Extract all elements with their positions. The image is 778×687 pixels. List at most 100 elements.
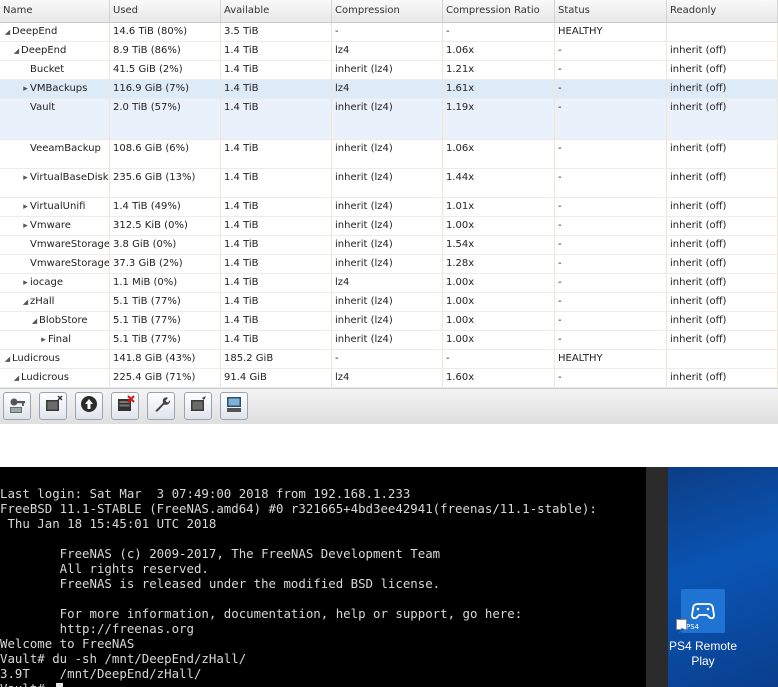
column-header-name[interactable]: Name: [0, 0, 110, 22]
table-row[interactable]: ▸ VirtualBaseDisk 235.6 GiB (13%) 1.4 TiB in…: [0, 169, 778, 198]
wrench-button[interactable]: [147, 392, 175, 420]
table-row[interactable]: Vault 2.0 TiB (57%) 1.4 TiB inherit (lz4) 1.…: [0, 99, 778, 140]
cell-name: VmwareStorage: [0, 255, 110, 273]
edit-dataset-icon: [188, 394, 208, 418]
column-header-used[interactable]: Used: [110, 0, 221, 22]
table-row[interactable]: ◢ Ludicrous 225.4 GiB (71%) 91.4 GiB lz4 1.60…: [0, 369, 778, 388]
delete-dataset-icon: [115, 394, 135, 418]
table-row[interactable]: VeeamBackup 108.6 GiB (6%) 1.4 TiB inherit …: [0, 140, 778, 169]
column-header-available[interactable]: Available: [221, 0, 332, 22]
cell-used: 312.5 KiB (0%): [110, 217, 221, 235]
cell-compression: inherit (lz4): [332, 217, 443, 235]
table-row[interactable]: ◢ BlobStore 5.1 TiB (77%) 1.4 TiB inherit (l…: [0, 312, 778, 331]
cell-readonly: inherit (off): [667, 217, 778, 235]
table-row[interactable]: ◢ DeepEnd 8.9 TiB (86%) 1.4 TiB lz4 1.06x - inh…: [0, 42, 778, 61]
terminal-line: Welcome to FreeNAS: [0, 636, 135, 651]
cell-used: 116.9 GiB (7%): [110, 80, 221, 98]
cell-used: 2.0 TiB (57%): [110, 99, 221, 139]
cell-used: 235.6 GiB (13%): [110, 169, 221, 197]
cell-compression-ratio: 1.00x: [443, 331, 555, 349]
cell-used: 5.1 TiB (77%): [110, 312, 221, 330]
expand-arrow-icon[interactable]: ▸: [21, 84, 30, 94]
cell-compression-ratio: 1.61x: [443, 80, 555, 98]
column-header-readonly[interactable]: Readonly: [667, 0, 778, 22]
expand-arrow-icon[interactable]: ▸: [21, 202, 30, 212]
cell-readonly: inherit (off): [667, 236, 778, 254]
shell-terminal[interactable]: Last login: Sat Mar 3 07:49:00 2018 from…: [0, 467, 646, 687]
cell-name: ▸ VirtualUnifi: [0, 198, 110, 216]
table-row[interactable]: ◢ zHall 5.1 TiB (77%) 1.4 TiB inherit (lz4) 1…: [0, 293, 778, 312]
cell-available: 1.4 TiB: [221, 312, 332, 330]
table-row[interactable]: ▸ VMBackups 116.9 GiB (7%) 1.4 TiB lz4 1.61x -…: [0, 80, 778, 99]
collapse-arrow-icon[interactable]: ◢: [12, 47, 21, 55]
table-row[interactable]: Bucket 41.5 GiB (2%) 1.4 TiB inherit (lz4) 1…: [0, 61, 778, 80]
cell-name: Vault: [0, 99, 110, 139]
edit-dataset-button[interactable]: [184, 392, 212, 420]
cell-available: 1.4 TiB: [221, 274, 332, 292]
table-row[interactable]: ▸ Final 5.1 TiB (77%) 1.4 TiB inherit (lz4) 1…: [0, 331, 778, 350]
cell-name: ◢ zHall: [0, 293, 110, 311]
key-button[interactable]: [3, 392, 31, 420]
cell-available: 1.4 TiB: [221, 293, 332, 311]
cell-readonly: inherit (off): [667, 331, 778, 349]
cell-compression-ratio: 1.28x: [443, 255, 555, 273]
table-row[interactable]: ▸ VirtualUnifi 1.4 TiB (49%) 1.4 TiB inherit…: [0, 198, 778, 217]
cell-name: ▸ Vmware: [0, 217, 110, 235]
expand-arrow-icon[interactable]: ▸: [21, 221, 30, 231]
cell-readonly: inherit (off): [667, 61, 778, 79]
collapse-arrow-icon[interactable]: ◢: [12, 374, 21, 382]
cell-compression-ratio: -: [443, 23, 555, 41]
expand-arrow-icon[interactable]: ▸: [21, 278, 30, 288]
upload-button[interactable]: [75, 392, 103, 420]
cell-compression: inherit (lz4): [332, 331, 443, 349]
terminal-scrollbar[interactable]: [646, 467, 668, 687]
ps4-remote-play-label: PS4 Remote Play: [668, 639, 738, 668]
terminal-line: 3.9T /mnt/DeepEnd/zHall/: [0, 666, 202, 681]
cell-status: -: [555, 274, 667, 292]
cell-readonly: inherit (off): [667, 80, 778, 98]
cell-name: ▸ Final: [0, 331, 110, 349]
cell-name: VmwareStorage: [0, 236, 110, 254]
terminal-line: http://freenas.org: [0, 621, 194, 636]
cell-readonly: inherit (off): [667, 255, 778, 273]
shortcut-arrow-icon: [676, 619, 687, 634]
expand-arrow-icon[interactable]: ▸: [39, 335, 48, 345]
cell-available: 1.4 TiB: [221, 331, 332, 349]
delete-dataset-button[interactable]: [111, 392, 139, 420]
cell-readonly: inherit (off): [667, 198, 778, 216]
dataset-name: VirtualBaseDisk: [30, 172, 109, 183]
cell-compression: inherit (lz4): [332, 255, 443, 273]
table-row[interactable]: ▸ Vmware 312.5 KiB (0%) 1.4 TiB inherit (lz4…: [0, 217, 778, 236]
dataset-name: zHall: [30, 296, 55, 307]
expand-arrow-icon[interactable]: ▸: [21, 173, 30, 183]
cell-used: 5.1 TiB (77%): [110, 293, 221, 311]
table-row[interactable]: ◢ Ludicrous 141.8 GiB (43%) 185.2 GiB - - HEAL…: [0, 350, 778, 369]
cell-compression: lz4: [332, 80, 443, 98]
column-header-compression[interactable]: Compression: [332, 0, 443, 22]
table-row[interactable]: ▸ iocage 1.1 MiB (0%) 1.4 TiB lz4 1.00x - inher…: [0, 274, 778, 293]
collapse-arrow-icon[interactable]: ◢: [3, 28, 12, 36]
terminal-line: Thu Jan 18 15:45:01 UTC 2018: [0, 516, 217, 531]
table-row[interactable]: VmwareStorage 3.8 GiB (0%) 1.4 TiB inherit …: [0, 236, 778, 255]
cell-status: -: [555, 42, 667, 60]
add-dataset-icon: [43, 394, 63, 418]
dataset-name: Vault: [30, 102, 56, 113]
wrench-icon: [151, 394, 171, 418]
dataset-name: iocage: [30, 277, 64, 288]
collapse-arrow-icon[interactable]: ◢: [21, 298, 30, 306]
table-row[interactable]: ◢ DeepEnd 14.6 TiB (80%) 3.5 TiB - - HEALTHY: [0, 23, 778, 42]
ps4-remote-play-icon[interactable]: PS4: [676, 589, 725, 634]
collapse-arrow-icon[interactable]: ◢: [30, 317, 39, 325]
column-header-status[interactable]: Status: [555, 0, 667, 22]
column-header-compression-ratio[interactable]: Compression Ratio: [443, 0, 555, 22]
cell-readonly: inherit (off): [667, 369, 778, 387]
snapshot-button[interactable]: [220, 392, 248, 420]
cell-status: -: [555, 169, 667, 197]
cell-used: 1.4 TiB (49%): [110, 198, 221, 216]
collapse-arrow-icon[interactable]: ◢: [3, 355, 12, 363]
table-row[interactable]: VmwareStorage 37.3 GiB (2%) 1.4 TiB inherit…: [0, 255, 778, 274]
cell-used: 108.6 GiB (6%): [110, 140, 221, 168]
cell-compression-ratio: 1.00x: [443, 217, 555, 235]
desktop-background: PS4 PS4 Remote Play: [668, 467, 778, 687]
add-dataset-button[interactable]: [39, 392, 67, 420]
